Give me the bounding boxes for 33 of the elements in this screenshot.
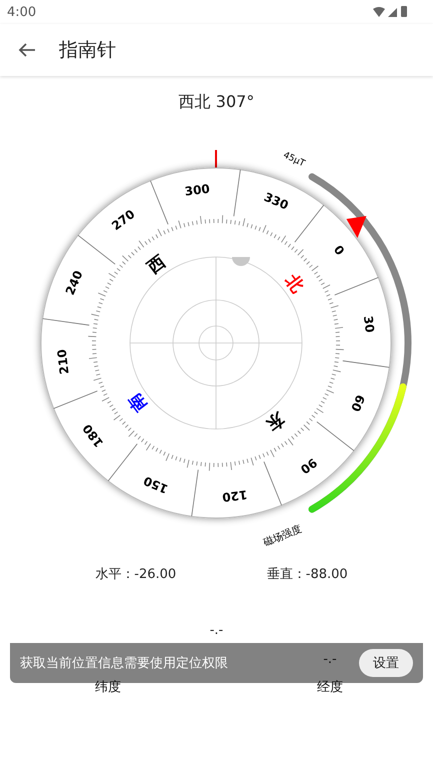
cardinal-label: 北 [281, 271, 308, 297]
longitude-value: -.- [323, 652, 337, 668]
dial-degree-label: 90 [298, 455, 320, 477]
field-unit-label: 45μT [281, 150, 306, 170]
dial-degree-label: 240 [62, 268, 86, 298]
dial-degree-label: 0 [330, 242, 348, 258]
level-bubble [232, 257, 250, 266]
field-strength-label: 磁场强度 [262, 524, 304, 549]
dial-degree-label: 60 [348, 392, 368, 414]
heading-reading: 西北 307° [178, 92, 256, 113]
dial-degree-label: 210 [54, 348, 72, 376]
dial-degree-label: 30 [360, 315, 377, 334]
location-value: -.- [208, 623, 224, 638]
dial-degree-label: 120 [221, 487, 248, 504]
vertical-reading: 垂直：-88.00 [266, 566, 348, 583]
status-time: 4:00 [7, 4, 36, 20]
cardinal-label: 东 [262, 408, 288, 434]
north-pointer-icon [346, 216, 366, 238]
status-icons-drawing [373, 6, 409, 18]
longitude-label: 经度 [317, 679, 343, 696]
back-arrow-icon[interactable] [18, 42, 36, 58]
dial-degree-label: 330 [262, 190, 290, 213]
horizontal-reading: 水平：-26.00 [95, 566, 176, 583]
cardinal-label: 南 [124, 389, 151, 415]
dial-degree-label: 300 [184, 182, 211, 199]
snackbar-message: 获取当前位置信息需要使用定位权限 [20, 655, 228, 672]
page-title: 指南针 [59, 38, 116, 63]
heading-marker [215, 150, 217, 169]
dial-degree-label: 270 [109, 206, 138, 234]
dial-degree-label: 150 [142, 473, 170, 496]
latitude-label: 纬度 [95, 679, 121, 696]
settings-button[interactable]: 设置 [359, 649, 413, 677]
cardinal-label: 西 [144, 252, 170, 278]
